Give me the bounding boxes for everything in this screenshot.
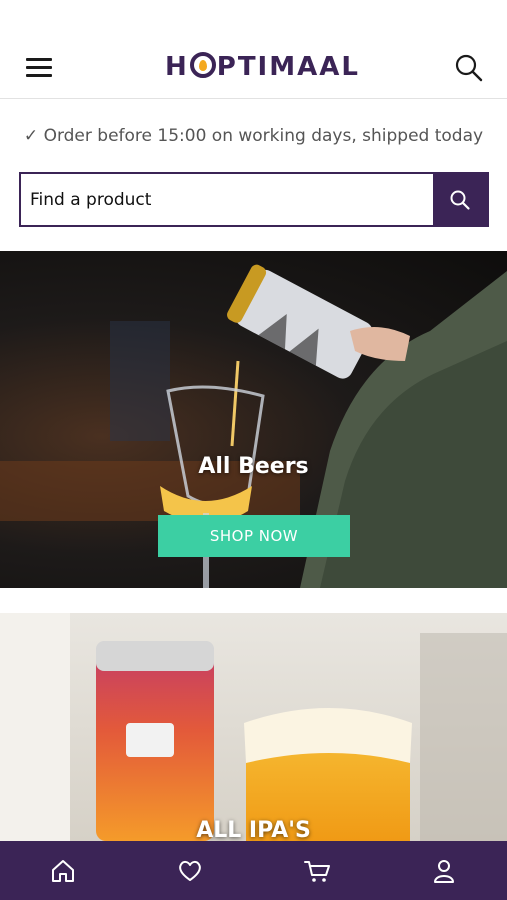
nav-account[interactable] <box>380 841 507 900</box>
search-submit-button[interactable] <box>433 174 487 225</box>
home-icon <box>52 859 75 882</box>
heart-icon <box>179 860 201 881</box>
brand-logo[interactable]: H PTIMAAL <box>165 52 360 82</box>
nav-favorites[interactable] <box>127 841 254 900</box>
search-icon[interactable] <box>453 52 487 84</box>
banner-title: All Beers <box>198 454 309 479</box>
shipping-notice: ✓ Order before 15:00 on working days, sh… <box>23 126 484 146</box>
nav-cart[interactable] <box>254 841 381 900</box>
search-input[interactable] <box>21 174 433 225</box>
cart-icon <box>303 860 330 882</box>
app-header: H PTIMAAL <box>0 0 507 99</box>
hamburger-menu-icon[interactable] <box>22 52 56 82</box>
search-icon <box>450 190 470 210</box>
banner-title: ALL IPA'S <box>196 818 311 841</box>
nav-home[interactable] <box>0 841 127 900</box>
product-search-bar <box>19 172 489 227</box>
logo-flame-icon <box>189 52 216 78</box>
bottom-navigation <box>0 841 507 900</box>
shop-now-button[interactable]: SHOP NOW <box>158 515 350 557</box>
all-beers-banner[interactable]: All Beers SHOP NOW <box>0 251 507 588</box>
all-ipas-banner[interactable]: ALL IPA'S <box>0 613 507 841</box>
user-icon <box>433 859 454 883</box>
ipa-can-glass-photo <box>0 613 507 841</box>
